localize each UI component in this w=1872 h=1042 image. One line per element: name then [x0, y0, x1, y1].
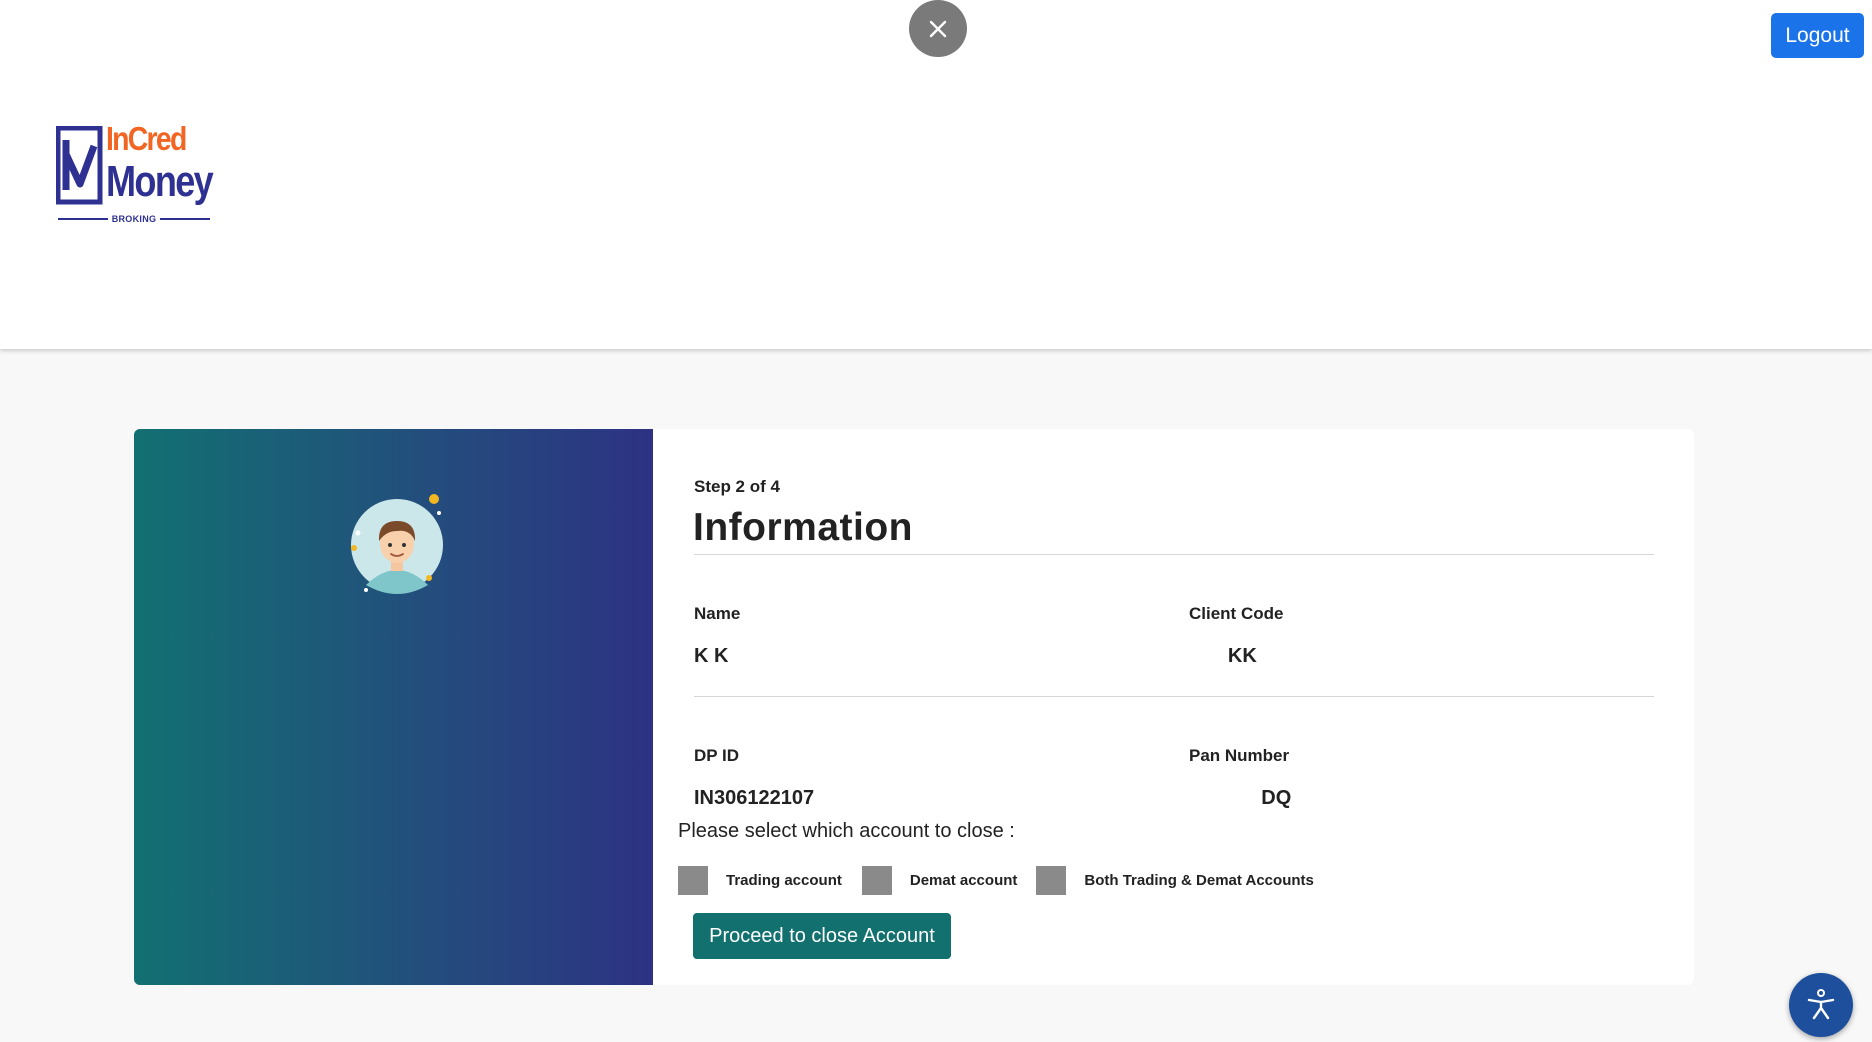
user-avatar-icon	[351, 494, 443, 594]
fields-divider	[694, 696, 1654, 697]
close-icon	[929, 20, 947, 37]
logo-brand-top: InCred	[106, 120, 187, 157]
trading-account-label[interactable]: Trading account	[726, 872, 842, 889]
proceed-close-account-button[interactable]: Proceed to close Account	[693, 913, 951, 959]
name-label: Name	[694, 604, 741, 623]
trading-account-checkbox[interactable]	[678, 866, 708, 895]
account-closure-card	[134, 429, 1694, 985]
client-code-value: KK	[1227, 645, 1257, 667]
step-indicator: Step 2 of 4	[694, 477, 780, 496]
logo-brand-bottom: Money	[106, 157, 214, 206]
demat-account-checkbox[interactable]	[861, 866, 892, 895]
pan-number-label: Pan Number	[1189, 746, 1290, 765]
top-header: Logout InCred Money BROKING	[0, 0, 1872, 349]
client-code-label: Client Code	[1189, 604, 1284, 623]
demat-account-label[interactable]: Demat account	[910, 872, 1018, 889]
logo-mark-icon	[56, 126, 103, 205]
account-select-prompt: Please select which account to close :	[678, 820, 1015, 842]
accessibility-button[interactable]	[1789, 973, 1853, 1037]
dp-id-label: DP ID	[694, 746, 740, 765]
logout-button[interactable]: Logout	[1771, 13, 1864, 58]
card-side-panel	[134, 429, 653, 985]
logo-broking-text: BROKING	[111, 214, 157, 224]
page-title: Information	[693, 506, 913, 549]
name-value: K K	[694, 645, 729, 667]
both-accounts-checkbox[interactable]	[1036, 866, 1067, 895]
close-button[interactable]	[909, 0, 967, 57]
logo-divider	[58, 218, 108, 220]
dp-id-value: IN306122107	[694, 787, 815, 809]
both-accounts-label[interactable]: Both Trading & Demat Accounts	[1084, 872, 1313, 889]
accessibility-icon	[1807, 989, 1835, 1020]
logo-sub-row: BROKING	[58, 214, 211, 224]
logo-divider	[160, 218, 211, 220]
account-options: Trading account Demat account Both Tradi…	[678, 866, 1314, 895]
pan-number-value: DQ	[1261, 787, 1292, 809]
incred-money-logo: InCred Money BROKING	[56, 120, 214, 228]
title-divider	[694, 554, 1654, 555]
